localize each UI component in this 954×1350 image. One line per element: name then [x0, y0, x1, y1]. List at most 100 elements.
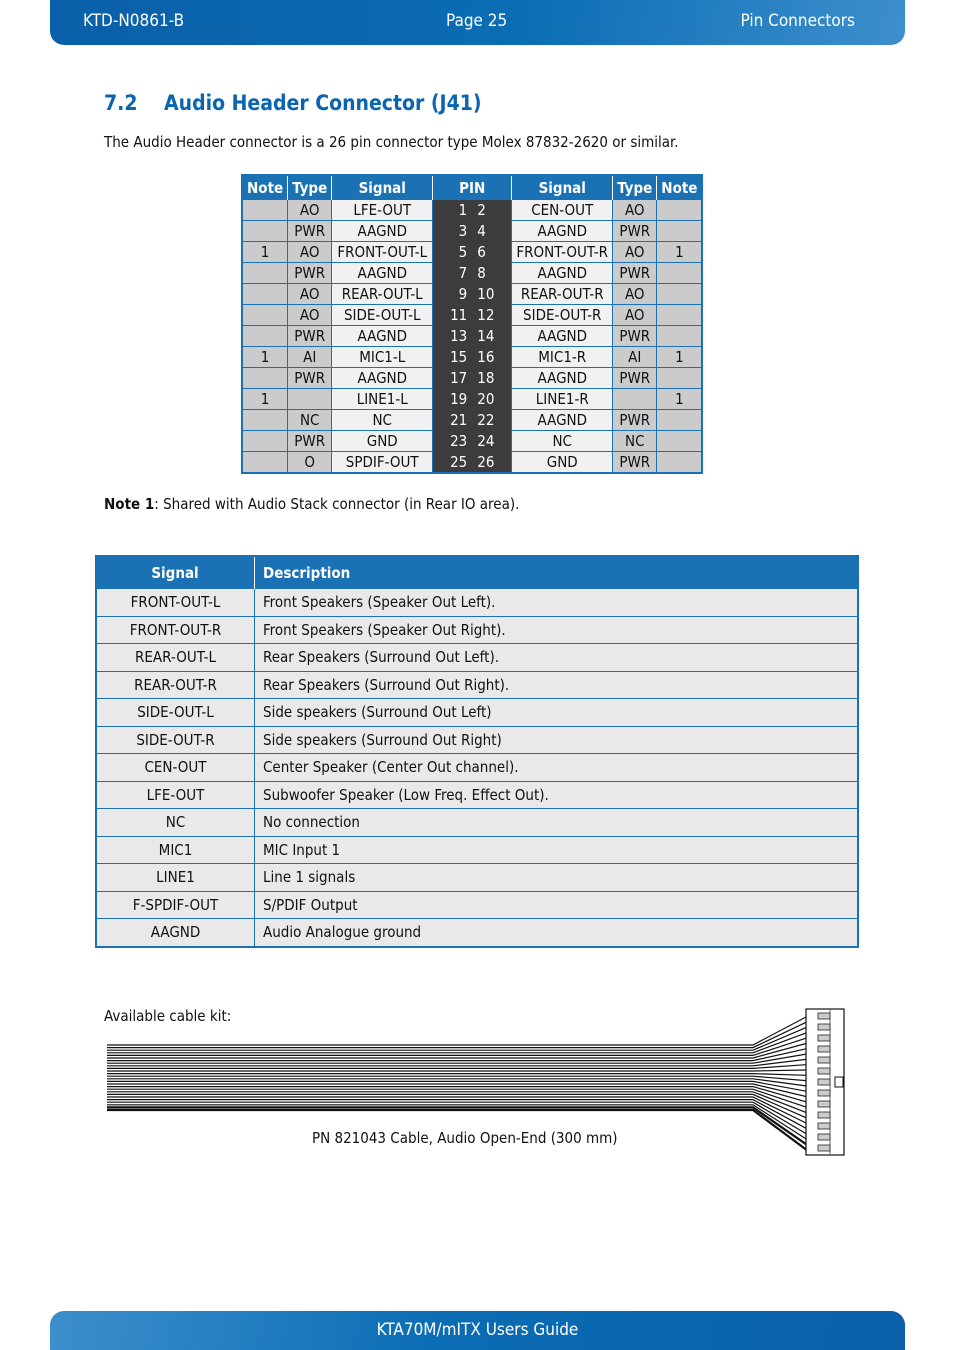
pin-number: 14 [472, 325, 512, 347]
note-cell [241, 220, 289, 242]
connector-latch [834, 1076, 844, 1088]
type-cell: PWR [612, 220, 658, 242]
pin-row: PWR AAGND 3 4 AAGND PWR [241, 220, 703, 242]
pin-number: 12 [472, 304, 512, 326]
description-row: REAR-OUT-L Rear Speakers (Surround Out Le… [95, 643, 859, 672]
signal-name: AAGND [95, 918, 255, 947]
page-footer: KTA70M/mITX Users Guide [50, 1311, 905, 1350]
pin-number: 13 [432, 325, 473, 347]
connector-pin [817, 1111, 831, 1119]
signal-description-table: Signal Description FRONT-OUT-L Front Spea… [95, 555, 859, 948]
page-header: KTD-N0861-B Page 25 Pin Connectors [50, 0, 905, 45]
note-cell [656, 451, 703, 474]
pin-row: PWR AAGND 13 14 AAGND PWR [241, 325, 703, 347]
connector-pin [817, 1089, 831, 1097]
signal-cell: GND [331, 430, 434, 452]
signal-cell: AAGND [331, 367, 434, 389]
signal-cell: CEN-OUT [511, 199, 614, 221]
signal-cell: LFE-OUT [331, 199, 434, 221]
type-cell: AO [287, 199, 333, 221]
signal-description: Line 1 signals [254, 863, 859, 892]
note-cell [241, 409, 289, 431]
description-row: AAGND Audio Analogue ground [95, 918, 859, 947]
section-number: 7.2 [104, 91, 138, 115]
pin-row: PWR AAGND 7 8 AAGND PWR [241, 262, 703, 284]
description-row: FRONT-OUT-L Front Speakers (Speaker Out L… [95, 588, 859, 617]
pin-number: 8 [472, 262, 512, 284]
pin-row: AO SIDE-OUT-L 11 12 SIDE-OUT-R AO [241, 304, 703, 326]
connector-pin [817, 1144, 831, 1152]
note-cell [241, 367, 289, 389]
signal-name: MIC1 [95, 835, 255, 864]
signal-description: Side speakers (Surround Out Left) [254, 698, 859, 727]
signal-description: No connection [254, 808, 859, 837]
type-cell: AI [612, 346, 658, 368]
pin-number: 24 [472, 430, 512, 452]
signal-cell: LINE1-L [331, 388, 434, 410]
cable-wire [107, 1016, 807, 1046]
connector-pin [817, 1056, 831, 1064]
pin-number: 1 [432, 199, 473, 221]
col-header-signal: Signal [96, 556, 255, 589]
signal-cell: FRONT-OUT-L [331, 241, 434, 263]
signal-cell: AAGND [511, 325, 614, 347]
description-row: SIDE-OUT-R Side speakers (Surround Out Ri… [95, 725, 859, 754]
pin-row: 1 LINE1-L 19 20 LINE1-R 1 [241, 388, 703, 410]
connector-pin [817, 1122, 831, 1130]
signal-cell: REAR-OUT-L [331, 283, 434, 305]
cable-wire [107, 1027, 807, 1051]
type-cell: AO [287, 283, 333, 305]
description-row: CEN-OUT Center Speaker (Center Out channe… [95, 753, 859, 782]
note-cell [656, 304, 703, 326]
signal-name: LINE1 [95, 863, 255, 892]
signal-cell: SIDE-OUT-L [331, 304, 434, 326]
pin-number: 25 [432, 451, 473, 473]
description-row: LFE-OUT Subwoofer Speaker (Low Freq. Effe… [95, 780, 859, 809]
note-cell: 1 [241, 388, 289, 410]
pin-number: 26 [472, 451, 512, 473]
pin-table: Note Type Signal PIN Signal Type Note AO LFE-OU… [241, 174, 704, 474]
cable-wire [107, 1069, 807, 1072]
signal-cell: NC [331, 409, 434, 431]
signal-cell: MIC1-L [331, 346, 434, 368]
signal-name: F-SPDIF-OUT [95, 890, 255, 919]
cable-wire [107, 1021, 807, 1049]
signal-cell: FRONT-OUT-R [511, 241, 614, 263]
pin-number: 20 [472, 388, 512, 410]
signal-name: SIDE-OUT-R [95, 725, 255, 754]
signal-name: REAR-OUT-L [95, 643, 255, 672]
note-1-label: Note 1 [104, 495, 155, 513]
note-cell [241, 430, 289, 452]
signal-description: S/PDIF Output [254, 890, 859, 919]
type-cell: PWR [612, 262, 658, 284]
note-cell [241, 325, 289, 347]
pin-row: PWR GND 23 24 NC NC [241, 430, 703, 452]
pin-number: 17 [432, 367, 473, 389]
pin-row: O SPDIF-OUT 25 26 GND PWR [241, 451, 703, 474]
pin-number: 19 [432, 388, 473, 410]
note-cell [656, 409, 703, 431]
note-cell [241, 283, 289, 305]
type-cell: PWR [287, 367, 333, 389]
cable-wire [107, 1073, 807, 1076]
note-cell [241, 262, 289, 284]
signal-cell: AAGND [511, 262, 614, 284]
signal-cell: NC [511, 430, 614, 452]
type-cell: AO [612, 199, 658, 221]
note-cell: 1 [656, 346, 703, 368]
type-cell: PWR [612, 325, 658, 347]
signal-cell: AAGND [511, 220, 614, 242]
type-cell: AO [612, 283, 658, 305]
pin-row: AO LFE-OUT 1 2 CEN-OUT AO [241, 199, 703, 221]
note-cell [656, 325, 703, 347]
signal-cell: AAGND [511, 409, 614, 431]
footer-title: KTA70M/mITX Users Guide [376, 1320, 579, 1340]
pin-number: 4 [472, 220, 512, 242]
type-cell: PWR [612, 367, 658, 389]
note-cell [656, 430, 703, 452]
page-number: Page 25 [446, 11, 508, 31]
pin-col-header: Signal [331, 175, 433, 200]
signal-description: Center Speaker (Center Out channel). [254, 753, 859, 782]
description-row: F-SPDIF-OUT S/PDIF Output [95, 890, 859, 919]
note-cell [656, 283, 703, 305]
